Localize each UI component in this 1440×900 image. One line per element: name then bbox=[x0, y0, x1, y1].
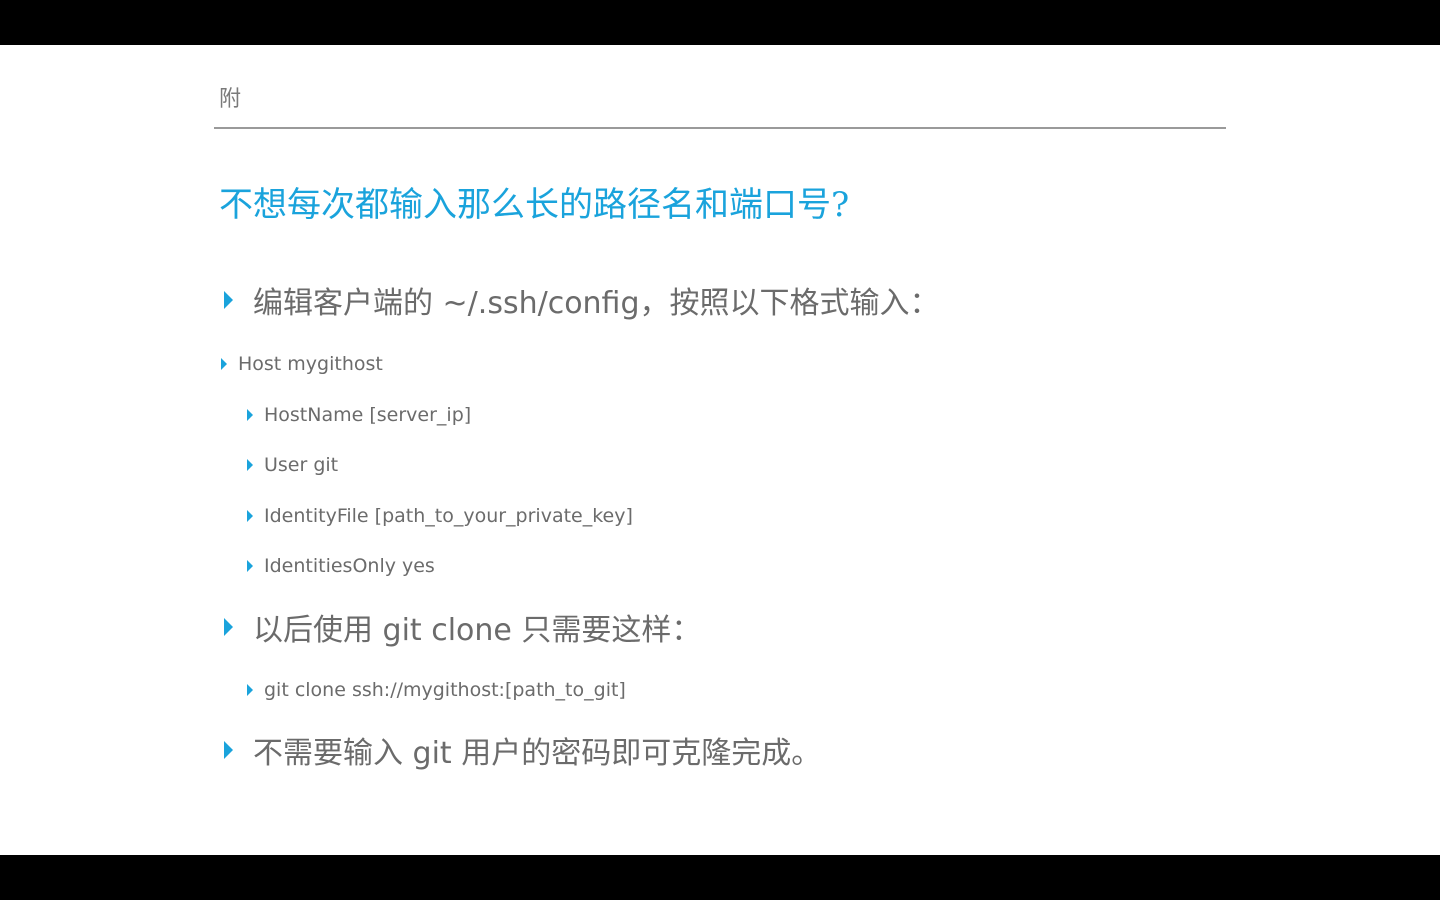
slide-title: 不想每次都输入那么长的路径名和端口号? bbox=[219, 185, 850, 225]
bullet-triangle-icon bbox=[224, 291, 233, 309]
bullet-edit-config: 编辑客户端的 ~/.ssh/config，按照以下格式输入： bbox=[224, 280, 940, 321]
bullet-host: Host mygithost bbox=[221, 351, 383, 377]
letterbox-bottom bbox=[0, 855, 1440, 900]
bullet-text: 不需要输入 git 用户的密码即可克隆完成。 bbox=[253, 736, 822, 771]
bullet-user: User git bbox=[247, 452, 338, 478]
bullet-triangle-icon bbox=[221, 358, 227, 370]
bullet-text: git clone ssh://mygithost:[path_to_git] bbox=[264, 679, 626, 701]
bullet-triangle-icon bbox=[224, 741, 233, 759]
letterbox-top bbox=[0, 0, 1440, 45]
bullet-hostname: HostName [server_ip] bbox=[247, 402, 471, 428]
bullet-triangle-icon bbox=[224, 618, 233, 636]
bullet-text: 以后使用 git clone 只需要这样： bbox=[253, 613, 702, 648]
bullet-triangle-icon bbox=[247, 560, 253, 572]
section-label: 附 bbox=[219, 87, 242, 112]
slide: 附 不想每次都输入那么长的路径名和端口号? 编辑客户端的 ~/.ssh/conf… bbox=[0, 45, 1440, 855]
header-divider bbox=[214, 127, 1226, 129]
bullet-no-password: 不需要输入 git 用户的密码即可克隆完成。 bbox=[224, 730, 822, 771]
bullet-identities-only: IdentitiesOnly yes bbox=[247, 553, 435, 579]
bullet-text: 编辑客户端的 ~/.ssh/config，按照以下格式输入： bbox=[253, 286, 940, 321]
bullet-text: IdentityFile [path_to_your_private_key] bbox=[264, 505, 633, 527]
bullet-clone-intro: 以后使用 git clone 只需要这样： bbox=[224, 607, 702, 648]
bullet-text: Host mygithost bbox=[238, 353, 383, 375]
bullet-triangle-icon bbox=[247, 459, 253, 471]
bullet-triangle-icon bbox=[247, 510, 253, 522]
bullet-clone-cmd: git clone ssh://mygithost:[path_to_git] bbox=[247, 677, 626, 703]
bullet-triangle-icon bbox=[247, 684, 253, 696]
bullet-text: User git bbox=[264, 454, 339, 476]
bullet-triangle-icon bbox=[247, 409, 253, 421]
bullet-text: HostName [server_ip] bbox=[264, 404, 472, 426]
bullet-identity-file: IdentityFile [path_to_your_private_key] bbox=[247, 503, 633, 529]
bullet-text: IdentitiesOnly yes bbox=[264, 555, 435, 577]
